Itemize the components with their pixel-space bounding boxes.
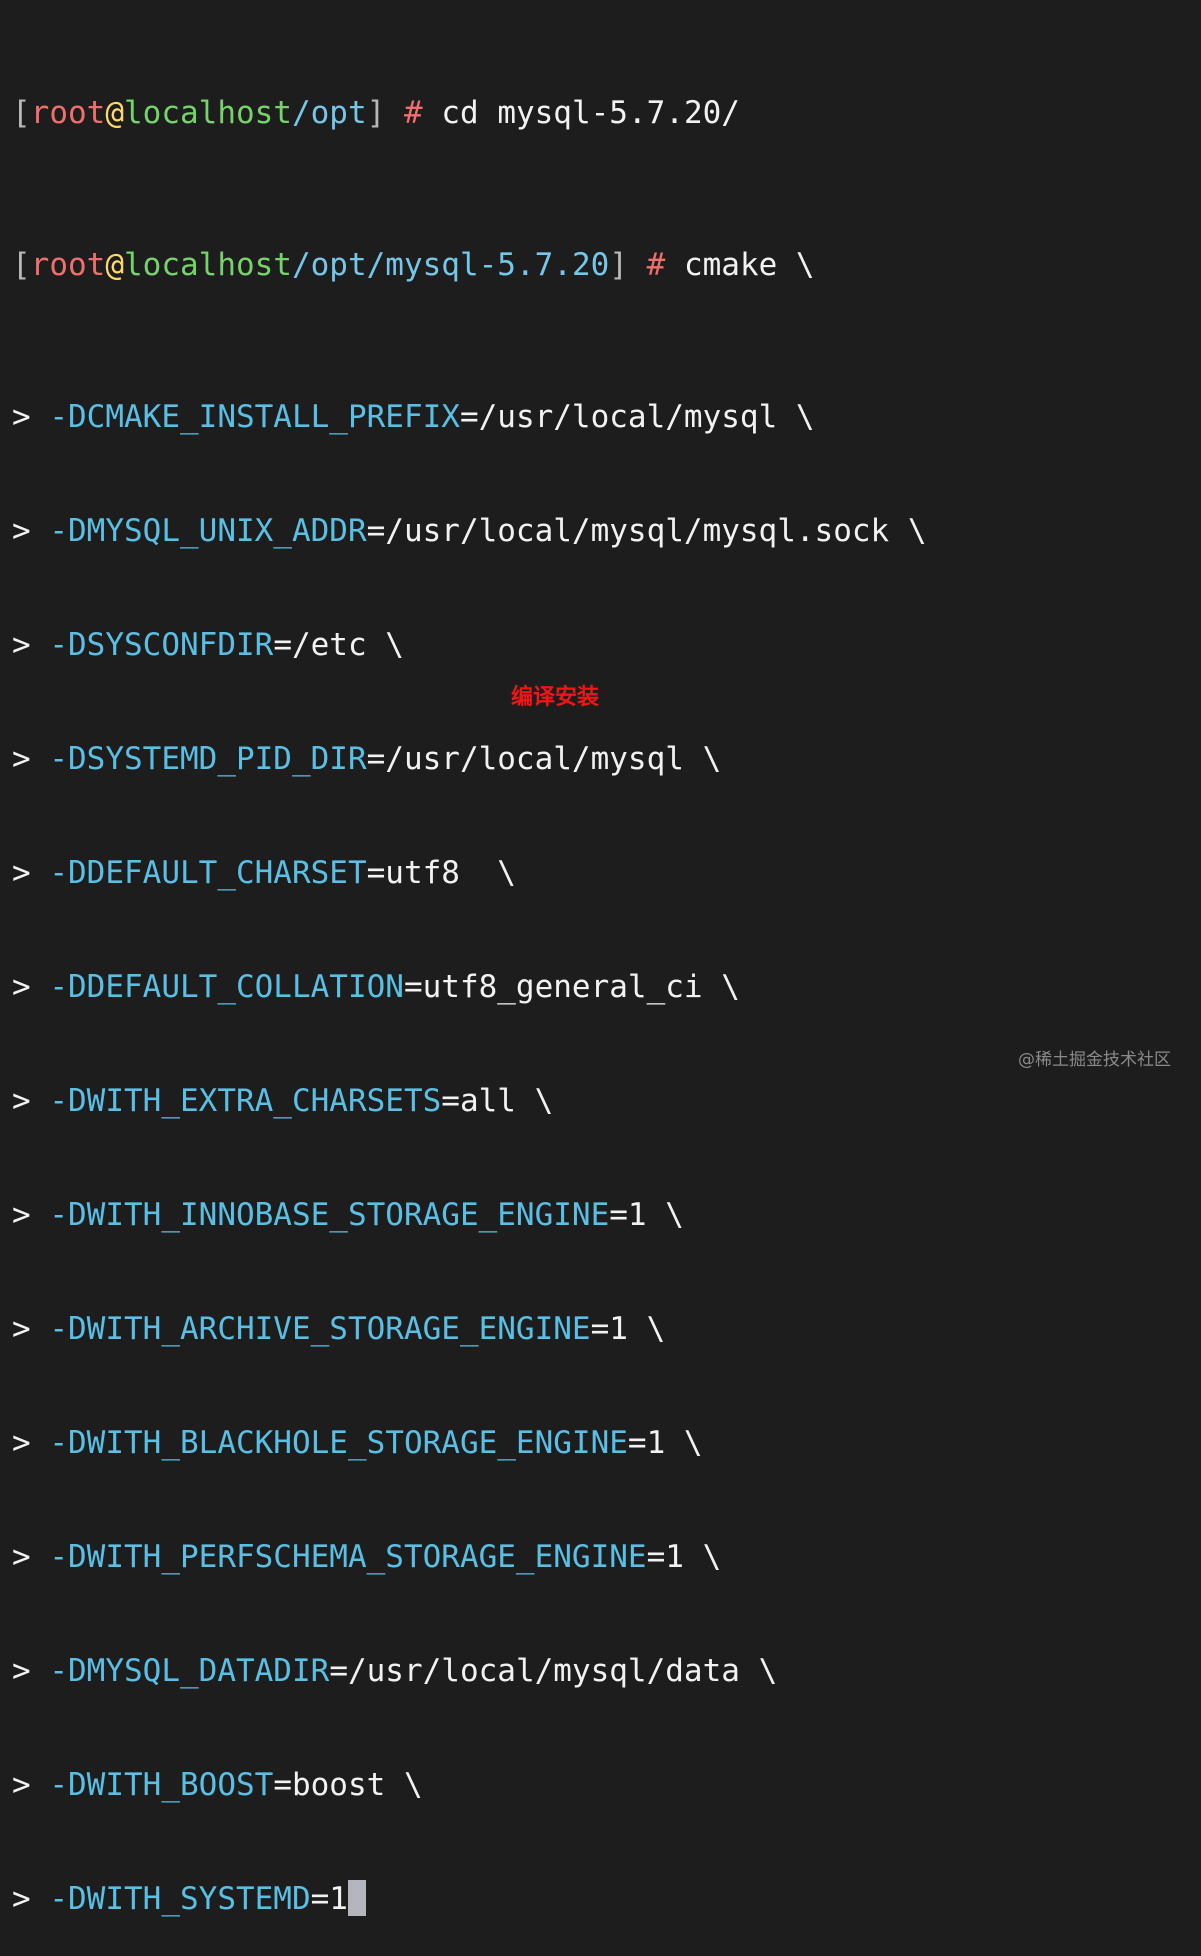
option-value: =/etc \ xyxy=(273,627,404,663)
option-value: =1 \ xyxy=(646,1539,722,1575)
option-flag: -DWITH_EXTRA_CHARSETS xyxy=(49,1083,442,1119)
option-line: > -DMYSQL_DATADIR=/usr/local/mysql/data … xyxy=(12,1652,1192,1690)
continuation-marker: > xyxy=(12,1311,31,1347)
continuation-marker: > xyxy=(12,1767,31,1803)
option-line: > -DWITH_BLACKHOLE_STORAGE_ENGINE=1 \ xyxy=(12,1424,1192,1462)
prompt-at-sign: @ xyxy=(105,247,124,283)
option-flag: -DSYSTEMD_PID_DIR xyxy=(49,741,367,777)
option-line: > -DMYSQL_UNIX_ADDR=/usr/local/mysql/mys… xyxy=(12,512,1192,550)
command-text: cd mysql-5.7.20/ xyxy=(441,95,740,131)
option-flag: -DMYSQL_UNIX_ADDR xyxy=(49,513,367,549)
prompt-line-2: [root@localhost/opt/mysql-5.7.20] # cmak… xyxy=(12,246,1192,284)
option-value: =/usr/local/mysql \ xyxy=(459,399,815,435)
prompt-host: localhost xyxy=(124,95,292,131)
prompt-user: root xyxy=(30,247,106,283)
option-flag: -DWITH_PERFSCHEMA_STORAGE_ENGINE xyxy=(49,1539,647,1575)
option-flag: -DDEFAULT_CHARSET xyxy=(49,855,367,891)
terminal-output[interactable]: [root@localhost/opt] # cd mysql-5.7.20/ … xyxy=(12,18,1192,1956)
prompt-open-bracket: [ xyxy=(12,247,31,283)
continuation-marker: > xyxy=(12,513,31,549)
prompt-hash: # xyxy=(646,247,666,283)
option-line: > -DWITH_SYSTEMD=1 xyxy=(12,1880,1192,1918)
option-flag: -DCMAKE_INSTALL_PREFIX xyxy=(49,399,460,435)
watermark: @稀土掘金技术社区 xyxy=(1018,1050,1171,1070)
option-line: > -DWITH_BOOST=boost \ xyxy=(12,1766,1192,1804)
option-flag: -DWITH_BLACKHOLE_STORAGE_ENGINE xyxy=(49,1425,628,1461)
option-line: > -DDEFAULT_COLLATION=utf8_general_ci \ xyxy=(12,968,1192,1006)
prompt-close-bracket: ] xyxy=(609,247,628,283)
continuation-marker: > xyxy=(12,1083,31,1119)
option-line: > -DWITH_ARCHIVE_STORAGE_ENGINE=1 \ xyxy=(12,1310,1192,1348)
continuation-marker: > xyxy=(12,1197,31,1233)
option-line: > -DSYSTEMD_PID_DIR=/usr/local/mysql \ xyxy=(12,740,1192,778)
option-flag: -DWITH_BOOST xyxy=(49,1767,274,1803)
continuation-marker: > xyxy=(12,627,31,663)
option-flag: -DWITH_INNOBASE_STORAGE_ENGINE xyxy=(49,1197,610,1233)
command-text: cmake \ xyxy=(683,247,815,283)
option-value: =1 \ xyxy=(590,1311,666,1347)
option-value: =1 \ xyxy=(627,1425,703,1461)
option-line: > -DSYSCONFDIR=/etc \ xyxy=(12,626,1192,664)
option-line: > -DWITH_EXTRA_CHARSETS=all \ xyxy=(12,1082,1192,1120)
prompt-line-1: [root@localhost/opt] # cd mysql-5.7.20/ xyxy=(12,94,1192,132)
option-flag: -DWITH_ARCHIVE_STORAGE_ENGINE xyxy=(49,1311,591,1347)
continuation-marker: > xyxy=(12,741,31,777)
continuation-marker: > xyxy=(12,1881,31,1917)
option-value: =1 xyxy=(310,1881,348,1917)
option-value: =all \ xyxy=(441,1083,554,1119)
option-value: =/usr/local/mysql/mysql.sock \ xyxy=(366,513,927,549)
option-value: =utf8_general_ci \ xyxy=(403,969,740,1005)
prompt-at-sign: @ xyxy=(105,95,124,131)
option-value: =/usr/local/mysql/data \ xyxy=(329,1653,778,1689)
prompt-path: /opt xyxy=(291,95,367,131)
continuation-marker: > xyxy=(12,1539,31,1575)
prompt-path: /opt/mysql-5.7.20 xyxy=(291,247,610,283)
continuation-marker: > xyxy=(12,1425,31,1461)
option-value: =/usr/local/mysql \ xyxy=(366,741,722,777)
continuation-marker: > xyxy=(12,1653,31,1689)
caption-text: 编译安装 xyxy=(511,685,600,710)
prompt-user: root xyxy=(30,95,106,131)
option-flag: -DDEFAULT_COLLATION xyxy=(49,969,404,1005)
text-cursor xyxy=(347,1880,366,1916)
option-line: > -DCMAKE_INSTALL_PREFIX=/usr/local/mysq… xyxy=(12,398,1192,436)
prompt-host: localhost xyxy=(124,247,292,283)
option-value: =utf8 \ xyxy=(366,855,516,891)
prompt-close-bracket: ] xyxy=(366,95,386,131)
option-flag: -DSYSCONFDIR xyxy=(49,627,274,663)
option-value: =boost \ xyxy=(273,1767,423,1803)
continuation-marker: > xyxy=(12,855,31,891)
prompt-hash: # xyxy=(403,95,423,131)
option-value: =1 \ xyxy=(609,1197,684,1233)
option-flag: -DWITH_SYSTEMD xyxy=(49,1881,311,1917)
prompt-open-bracket: [ xyxy=(12,95,31,131)
option-line: > -DDEFAULT_CHARSET=utf8 \ xyxy=(12,854,1192,892)
continuation-marker: > xyxy=(12,399,31,435)
option-line: > -DWITH_INNOBASE_STORAGE_ENGINE=1 \ xyxy=(12,1196,1192,1234)
option-line: > -DWITH_PERFSCHEMA_STORAGE_ENGINE=1 \ xyxy=(12,1538,1192,1576)
continuation-marker: > xyxy=(12,969,31,1005)
option-flag: -DMYSQL_DATADIR xyxy=(49,1653,330,1689)
